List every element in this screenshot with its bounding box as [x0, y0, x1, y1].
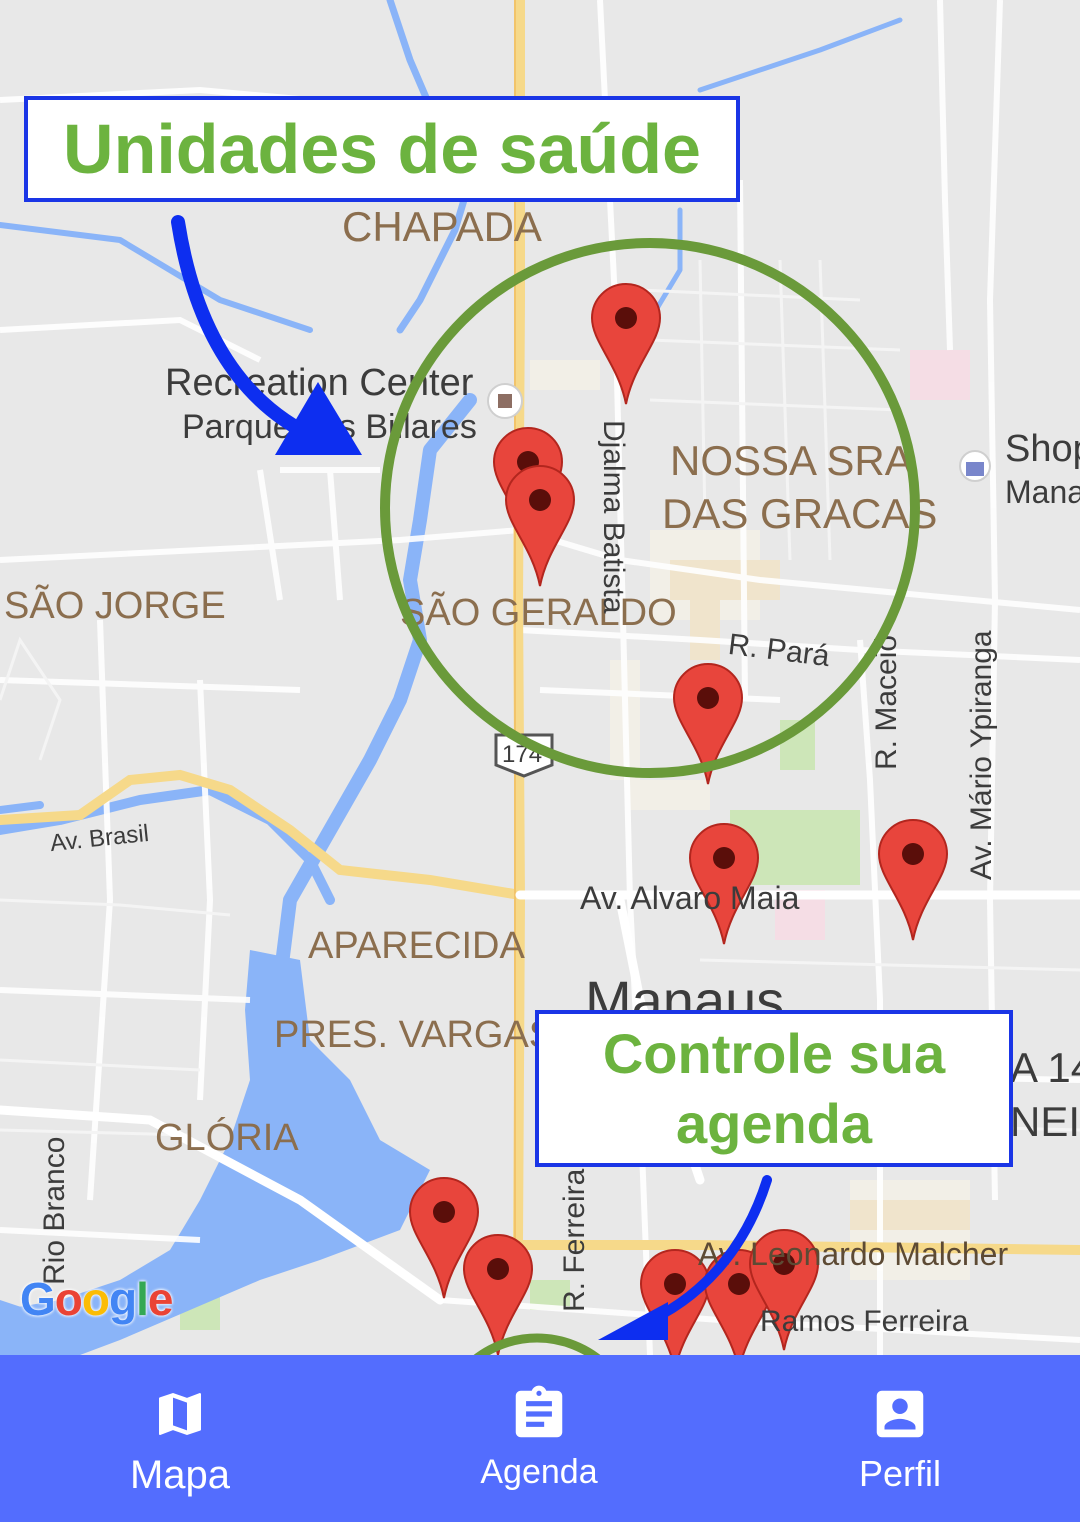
- callout-health-units: Unidades de saúde: [24, 96, 740, 202]
- map-label-parque-billares: Parque dos Billares: [182, 408, 477, 446]
- nav-label-agenda: Agenda: [480, 1453, 598, 1491]
- map-label-gloria: GLÓRIA: [155, 1117, 299, 1159]
- app-screen: CHAPADA Recreation Center Parque dos Bil…: [0, 0, 1080, 1522]
- map-label-aparecida: APARECIDA: [308, 925, 525, 967]
- nav-label-perfil: Perfil: [858, 1453, 942, 1494]
- map-label-das-gracas: DAS GRACAS: [662, 490, 938, 537]
- map-label-djalma-batista: Djalma Batista: [597, 420, 630, 614]
- nav-item-agenda[interactable]: Agenda: [419, 1355, 659, 1522]
- map-label-chapada: CHAPADA: [342, 203, 542, 250]
- map-label-sao-geraldo: SÃO GERALDO: [400, 592, 677, 634]
- map-label-nossa-sra: NOSSA SRA: [670, 437, 913, 484]
- nav-label-mapa: Mapa: [129, 1453, 231, 1497]
- map-label-av-alvaro-maia: Av. Alvaro Maia: [580, 880, 800, 916]
- callout-agenda-line1: Controle sua: [602, 1021, 946, 1085]
- clipboard-icon: [508, 1383, 570, 1445]
- map-label-rio-branco: Rio Branco: [38, 1136, 71, 1285]
- map-label-r-ferreira: R. Ferreira: [558, 1168, 591, 1312]
- map-label-route-174: 174: [502, 741, 543, 768]
- account-box-icon: [869, 1383, 931, 1445]
- google-logo: Google: [20, 1273, 173, 1325]
- map-label-ramos-ferreira: Ramos Ferreira: [760, 1305, 969, 1338]
- map-label-pres-vargas: PRES. VARGAS: [274, 1014, 555, 1056]
- map-label-a14: A 14: [1010, 1044, 1080, 1091]
- map-label-shop: Shop: [1005, 428, 1080, 470]
- bottom-navigation: Mapa Agenda Perfil: [0, 1355, 1080, 1522]
- map-label-mana: Mana: [1005, 474, 1080, 510]
- nav-item-perfil[interactable]: Perfil: [780, 1355, 1020, 1522]
- callout-agenda-line2: agenda: [675, 1091, 873, 1155]
- map-label-av-leonardo-malcher: Av. Leonardo Malcher: [698, 1236, 1009, 1272]
- callout-health-units-text: Unidades de saúde: [63, 110, 701, 188]
- callout-agenda: Controle sua agenda: [535, 1010, 1013, 1167]
- map-label-sao-jorge: SÃO JORGE: [4, 585, 226, 627]
- map-label-av-mario-ypiranga: Av. Mário Ypiranga: [965, 630, 998, 880]
- map-label-r-maceio: R. Maceió: [870, 634, 903, 770]
- nav-item-mapa[interactable]: Mapa: [60, 1355, 300, 1522]
- map-icon: [152, 1383, 208, 1445]
- map-label-recreation-center: Recreation Center: [165, 362, 474, 404]
- map-label-neir: NEIR: [1010, 1098, 1080, 1145]
